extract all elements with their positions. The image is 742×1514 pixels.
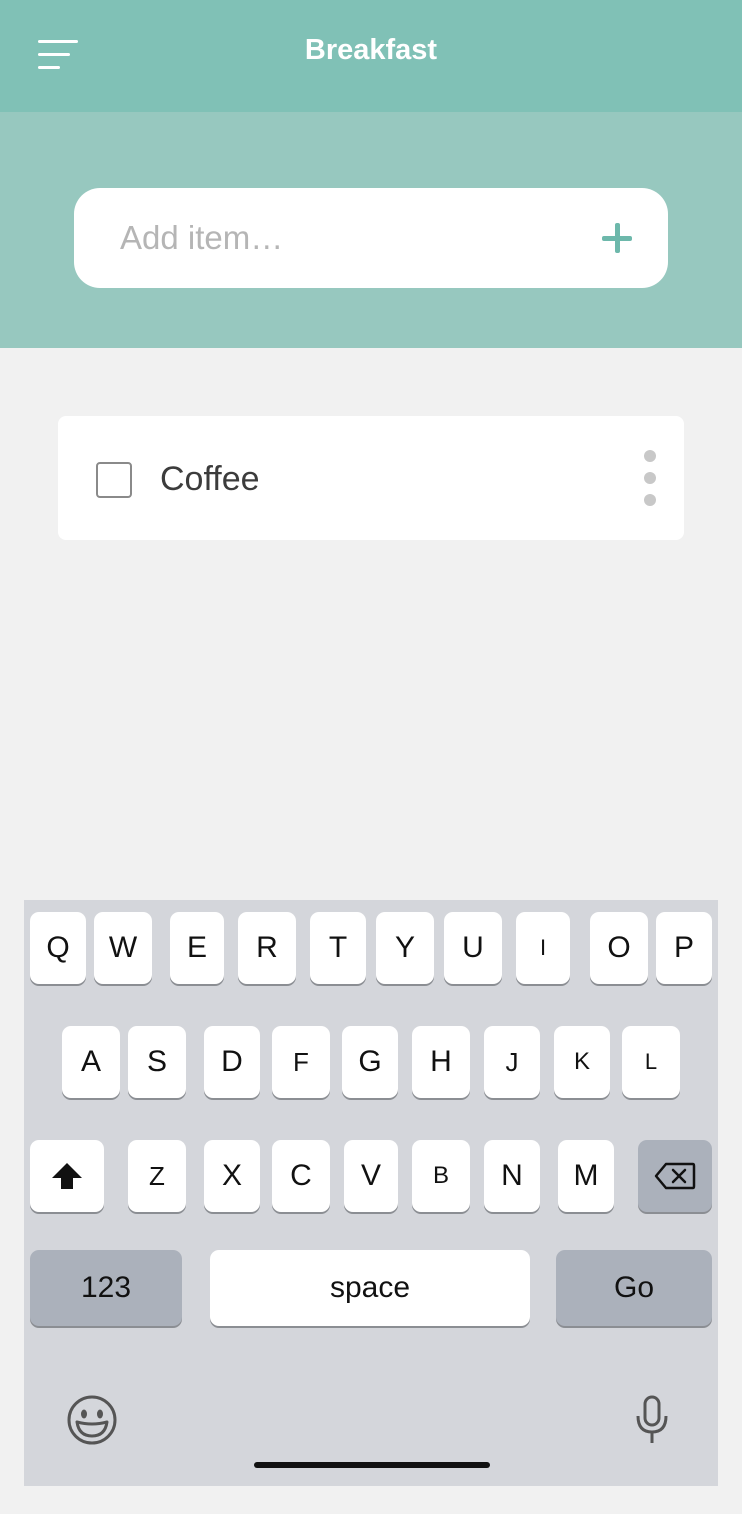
key-c[interactable]: C [272, 1140, 330, 1212]
key-j[interactable]: J [484, 1026, 540, 1098]
emoji-icon[interactable] [66, 1394, 118, 1446]
backspace-icon [654, 1162, 696, 1190]
add-item-box [74, 188, 668, 288]
item-checkbox[interactable] [96, 462, 132, 498]
backspace-key[interactable] [638, 1140, 712, 1212]
home-indicator [254, 1462, 490, 1468]
key-k[interactable]: K [554, 1026, 610, 1098]
page-title: Breakfast [304, 34, 438, 66]
key-x[interactable]: X [204, 1140, 260, 1212]
key-t[interactable]: T [310, 912, 366, 984]
go-key[interactable]: Go [556, 1250, 712, 1326]
add-item-input[interactable] [120, 214, 590, 262]
key-s[interactable]: S [128, 1026, 186, 1098]
key-w[interactable]: W [94, 912, 152, 984]
key-r[interactable]: R [238, 912, 296, 984]
space-key[interactable]: space [210, 1250, 530, 1326]
list-item[interactable]: Coffee [58, 416, 684, 540]
key-y[interactable]: Y [376, 912, 434, 984]
key-q[interactable]: Q [30, 912, 86, 984]
numbers-key[interactable]: 123 [30, 1250, 182, 1326]
key-a[interactable]: A [62, 1026, 120, 1098]
key-i[interactable]: I [516, 912, 570, 984]
key-g[interactable]: G [342, 1026, 398, 1098]
key-o[interactable]: O [590, 912, 648, 984]
app-header: Breakfast [0, 0, 742, 112]
more-vertical-icon[interactable] [638, 446, 662, 510]
key-z[interactable]: Z [128, 1140, 186, 1212]
shift-icon [52, 1163, 82, 1189]
key-v[interactable]: V [344, 1140, 398, 1212]
item-label: Coffee [160, 460, 260, 498]
key-h[interactable]: H [412, 1026, 470, 1098]
key-p[interactable]: P [656, 912, 712, 984]
key-l[interactable]: L [622, 1026, 680, 1098]
key-e[interactable]: E [170, 912, 224, 984]
key-f[interactable]: F [272, 1026, 330, 1098]
key-b[interactable]: B [412, 1140, 470, 1212]
key-m[interactable]: M [558, 1140, 614, 1212]
plus-icon[interactable] [596, 217, 638, 259]
keyboard: Q W E R T Y U I O P A S D F G H J K L Z … [24, 900, 718, 1486]
key-n[interactable]: N [484, 1140, 540, 1212]
shift-key[interactable] [30, 1140, 104, 1212]
key-u[interactable]: U [444, 912, 502, 984]
key-d[interactable]: D [204, 1026, 260, 1098]
microphone-icon[interactable] [634, 1394, 670, 1446]
